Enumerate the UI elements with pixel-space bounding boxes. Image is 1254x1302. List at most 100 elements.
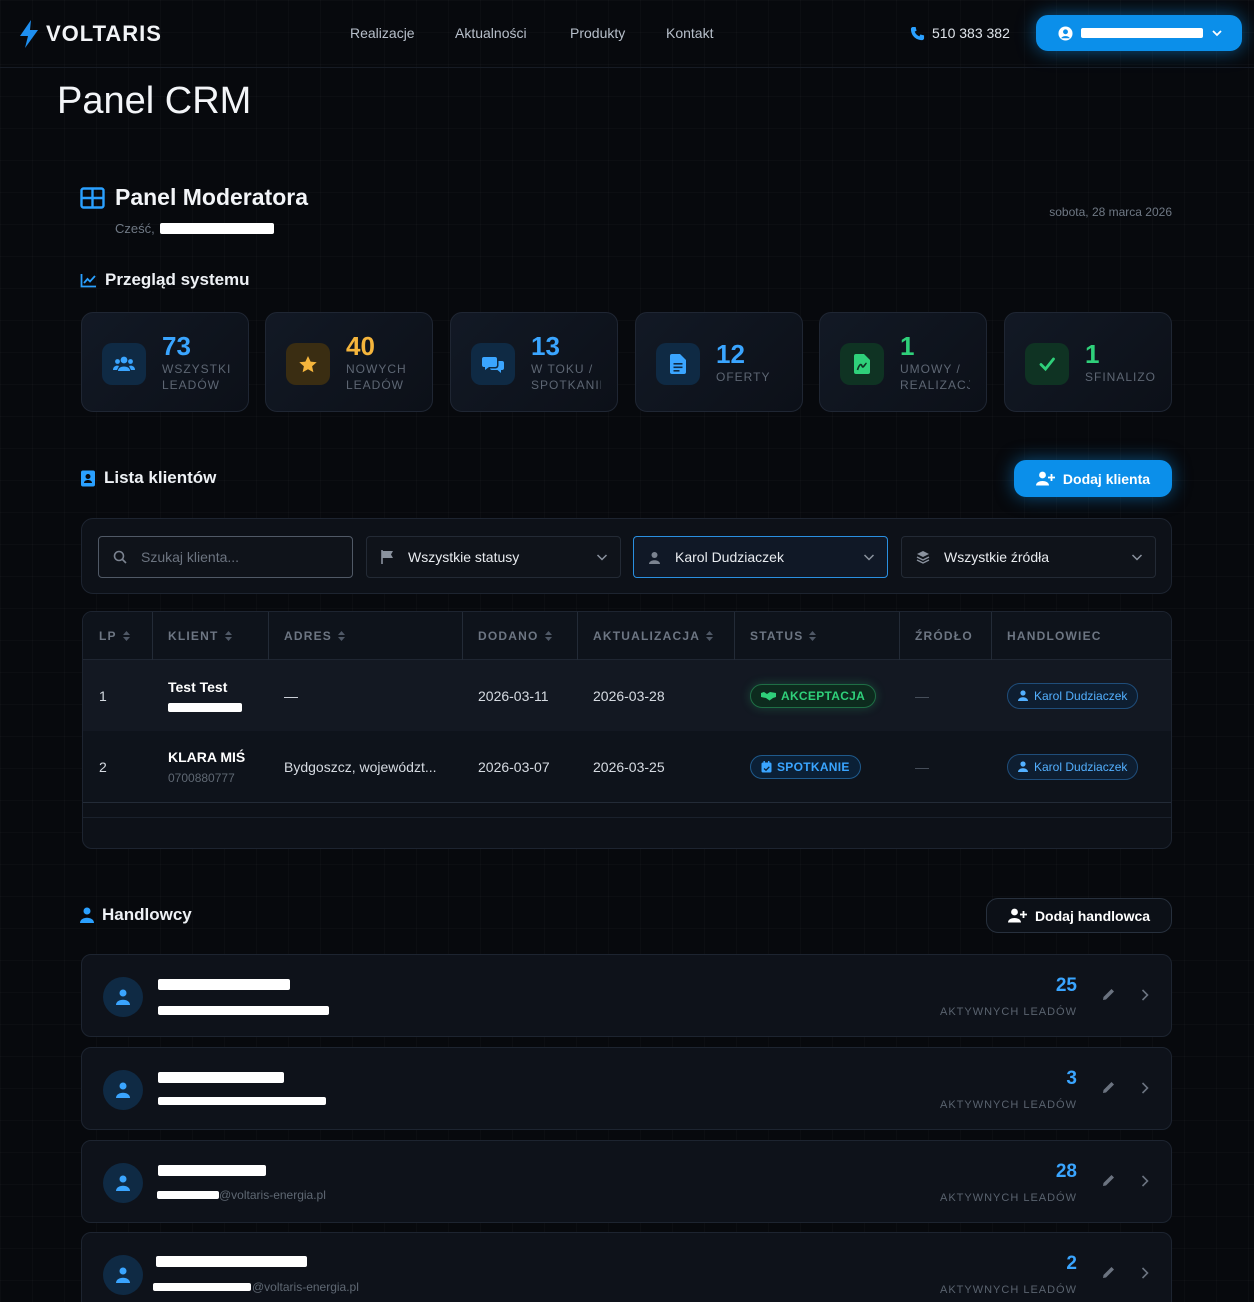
salesperson-email-redacted [153, 1283, 251, 1291]
rep-badge[interactable]: Karol Dudziaczek [1007, 753, 1139, 780]
column-header-handlowiec: HANDLOWIEC [1007, 629, 1102, 643]
column-header-aktualizacja[interactable]: AKTUALIZACJA [577, 612, 714, 660]
table-row[interactable]: 2 KLARA MIŚ 0700880777 Bydgoszcz, wojewó… [83, 731, 1171, 802]
chevron-right-icon[interactable] [1140, 1081, 1150, 1095]
client-name[interactable]: KLARA MIŚ [168, 749, 245, 765]
top-navbar: VOLTARIS Realizacje Aktualności Produkty… [0, 0, 1254, 68]
active-leads-label: AKTYWNYCH LEADÓW [939, 1099, 1077, 1111]
overview-title: Przegląd systemu [105, 270, 250, 289]
nav-aktualnosci[interactable]: Aktualności [455, 25, 527, 41]
chevron-down-icon [1212, 30, 1222, 37]
stat-card-finalized[interactable]: 1 SFINALIZOWANE [1004, 312, 1172, 412]
chevron-down-icon [863, 554, 875, 561]
user-menu-button[interactable] [1036, 15, 1242, 51]
user-icon [1018, 690, 1028, 701]
nav-produkty[interactable]: Produkty [570, 25, 625, 41]
add-client-label: Dodaj klienta [1062, 470, 1151, 487]
status-filter-select[interactable]: Wszystkie statusy [366, 536, 621, 578]
lightning-icon [20, 20, 38, 48]
salesperson-card[interactable]: @voltaris-energia.pl 28 AKTYWNYCH LEADÓW [81, 1140, 1172, 1223]
chevron-right-icon[interactable] [1140, 1266, 1150, 1280]
edit-pencil-icon[interactable] [1102, 1080, 1116, 1094]
column-header-lp[interactable]: LP [83, 612, 130, 660]
active-leads-count: 2 [1066, 1253, 1077, 1274]
nav-kontakt[interactable]: Kontakt [666, 25, 713, 41]
active-leads-label: AKTYWNYCH LEADÓW [939, 1192, 1077, 1204]
salesperson-name-redacted [158, 1165, 266, 1176]
stat-value: 73 [162, 331, 191, 361]
stat-label: WSZYSTKICH [162, 362, 232, 376]
salesperson-name-redacted [158, 979, 290, 990]
rep-badge[interactable]: Karol Dudziaczek [1007, 682, 1139, 709]
stat-card-all-leads[interactable]: 73 WSZYSTKICH LEADÓW [81, 312, 249, 412]
sales-header: Handlowcy [80, 905, 192, 925]
column-header-dodano[interactable]: DODANO [462, 612, 552, 660]
cell-updated: 2026-03-25 [593, 758, 665, 775]
document-icon [656, 343, 700, 385]
edit-pencil-icon[interactable] [1102, 987, 1116, 1001]
stat-card-offers[interactable]: 12 OFERTY [635, 312, 803, 412]
column-header-adres[interactable]: ADRES [268, 612, 346, 660]
stat-label: REALIZACJA [900, 378, 970, 392]
cell-client: Test Test [152, 660, 242, 731]
phone-link[interactable]: 510 383 382 [910, 25, 1010, 41]
page-title: Panel CRM [57, 80, 252, 122]
status-badge[interactable]: AKCEPTACJA [750, 683, 877, 708]
status-filter-value: Wszystkie statusy [408, 549, 520, 565]
contact-book-icon [81, 470, 95, 486]
sort-icon [544, 631, 552, 641]
active-leads-label: AKTYWNYCH LEADÓW [939, 1284, 1077, 1296]
clients-title: Lista klientów [104, 468, 217, 487]
salesperson-email-domain: @voltaris-energia.pl [252, 1280, 359, 1294]
user-plus-icon [1007, 908, 1027, 923]
table-row[interactable]: 1 Test Test — 2026-03-11 2026-03-28 AKCE… [83, 660, 1171, 731]
column-header-status[interactable]: STATUS [734, 612, 817, 660]
stat-card-new-leads[interactable]: 40 NOWYCH LEADÓW [265, 312, 433, 412]
chevron-right-icon[interactable] [1140, 988, 1150, 1002]
stat-card-in-progress[interactable]: 13 W TOKU / SPOTKANIE [450, 312, 618, 412]
edit-pencil-icon[interactable] [1102, 1173, 1116, 1187]
check-icon [1025, 343, 1069, 385]
active-leads-count: 28 [1055, 1161, 1077, 1182]
salesperson-email-redacted [158, 1006, 329, 1015]
sort-icon [706, 631, 714, 641]
column-header-klient[interactable]: KLIENT [152, 612, 232, 660]
stat-value: 40 [346, 331, 375, 361]
sales-title: Handlowcy [102, 905, 192, 924]
stat-card-contracts[interactable]: 1 UMOWY / REALIZACJA [819, 312, 987, 412]
users-icon [102, 343, 146, 385]
salesperson-name-redacted [156, 1256, 307, 1267]
add-salesperson-button[interactable]: Dodaj handlowca [986, 898, 1172, 933]
table-scrollbar-track[interactable] [83, 817, 1171, 818]
layers-icon [916, 551, 930, 564]
moderator-header: Panel Moderatora [80, 184, 308, 211]
cell-added: 2026-03-07 [478, 758, 550, 775]
rep-filter-select[interactable]: Karol Dudziaczek [633, 536, 888, 578]
salesperson-email-redacted [158, 1097, 326, 1105]
source-filter-select[interactable]: Wszystkie źródła [901, 536, 1156, 578]
cell-added: 2026-03-11 [478, 687, 549, 704]
sort-icon [122, 631, 130, 641]
person-icon [116, 989, 130, 1005]
client-name[interactable]: Test Test [168, 679, 242, 695]
sort-icon [338, 631, 346, 641]
status-badge[interactable]: SPOTKANIE [750, 754, 861, 779]
avatar [103, 1163, 143, 1203]
brand-logo[interactable]: VOLTARIS [18, 19, 162, 49]
search-input[interactable]: Szukaj klienta... [98, 536, 353, 578]
rep-filter-value: Karol Dudziaczek [675, 549, 784, 565]
source-filter-value: Wszystkie źródła [944, 549, 1050, 565]
stat-label: SFINALIZOWANE [1085, 370, 1155, 384]
salesperson-card[interactable]: 3 AKTYWNYCH LEADÓW [81, 1047, 1172, 1130]
add-client-button[interactable]: Dodaj klienta [1014, 460, 1172, 497]
stat-label: LEADÓW [162, 378, 221, 392]
chevron-right-icon[interactable] [1140, 1174, 1150, 1188]
cell-rep: Karol Dudziaczek [991, 660, 1139, 731]
edit-pencil-icon[interactable] [1102, 1265, 1116, 1279]
nav-realizacje[interactable]: Realizacje [350, 25, 415, 41]
person-icon [80, 907, 94, 923]
salesperson-card[interactable]: 25 AKTYWNYCH LEADÓW [81, 954, 1172, 1037]
search-icon [113, 550, 127, 564]
salesperson-card[interactable]: @voltaris-energia.pl 2 AKTYWNYCH LEADÓW [81, 1232, 1172, 1302]
chat-icon [471, 343, 515, 385]
